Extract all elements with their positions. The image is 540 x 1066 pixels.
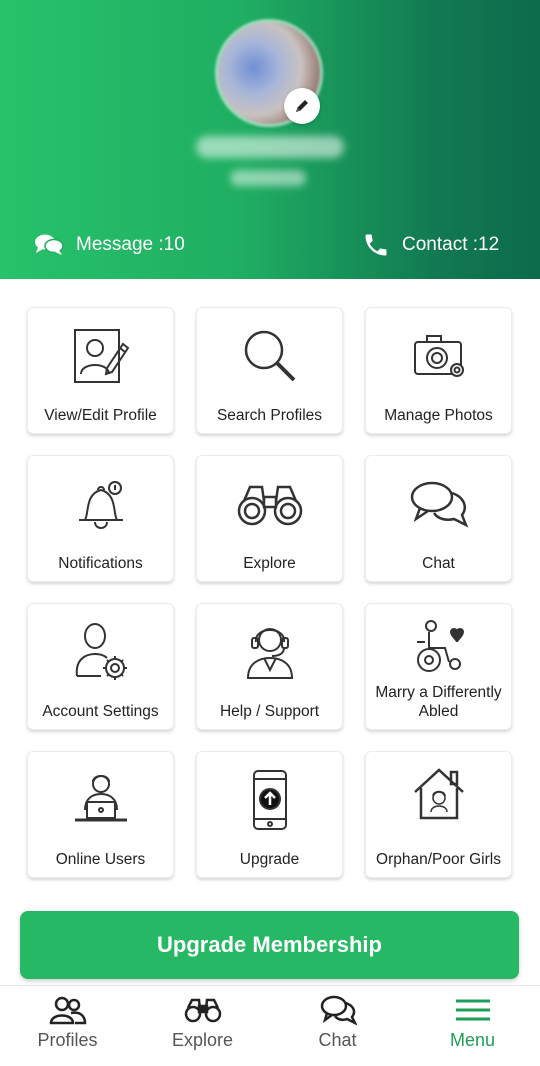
laptop-user-icon [74,775,127,822]
binoculars-icon [184,998,221,1023]
message-label: Message :10 [76,234,185,255]
phone-upgrade-icon [252,770,287,830]
nav-label: Explore [171,1030,234,1050]
tile-label: Explore [243,555,296,572]
nav-label: Menu [449,1030,496,1050]
tile-label: Account Settings [42,703,159,720]
nav-chat[interactable]: Chat [270,986,405,1066]
contact-count[interactable]: Contact :12 [362,230,499,260]
tile-label: View/Edit Profile [44,407,157,424]
tile-help-support[interactable]: Help / Support [196,603,343,730]
chat-bubbles-icon [320,995,357,1026]
tile-chat[interactable]: Chat [365,455,512,582]
bell-icon [78,481,123,529]
nav-label: Chat [318,1030,357,1050]
user-gear-icon [75,623,127,680]
tile-upgrade[interactable]: Upgrade [196,751,343,878]
edit-avatar-button[interactable] [284,88,320,124]
upgrade-membership-button[interactable]: Upgrade Membership [20,911,519,979]
nav-explore[interactable]: Explore [135,986,270,1066]
phone-icon [365,234,387,256]
message-count[interactable]: Message :10 [34,230,185,260]
tile-label: Search Profiles [216,407,323,424]
profile-header: Message :10 Contact :12 [0,0,540,279]
headset-agent-icon [246,628,293,679]
house-girl-icon [413,768,464,820]
tile-online-users[interactable]: Online Users [27,751,174,878]
camera-settings-icon [413,335,464,377]
profile-id-blurred [230,170,306,186]
tile-marry-differently-abled[interactable]: Marry a Differently Abled [365,603,512,730]
tile-view-edit-profile[interactable]: View/Edit Profile [27,307,174,434]
pencil-icon [296,100,308,112]
tile-label: Upgrade [239,851,300,868]
tile-account-settings[interactable]: Account Settings [27,603,174,730]
profile-name-blurred [196,136,344,158]
binoculars-icon [237,485,302,526]
tile-label: Manage Photos [384,407,493,424]
tile-label: Help / Support [219,703,320,720]
bottom-navigation: Profiles Explore Chat Menu [0,985,540,1066]
nav-label: Profiles [37,1030,98,1050]
users-icon [49,996,86,1025]
chat-bubbles-icon [410,481,468,528]
tile-label: Online Users [55,851,146,868]
edit-profile-icon [73,329,129,383]
tile-label: Chat [422,555,455,572]
nav-profiles[interactable]: Profiles [0,986,135,1066]
tile-label: Notifications [58,555,143,572]
tile-notifications[interactable]: Notifications [27,455,174,582]
wheelchair-heart-icon [416,620,464,672]
tile-explore[interactable]: Explore [196,455,343,582]
tile-manage-photos[interactable]: Manage Photos [365,307,512,434]
chat-bubbles-icon [35,234,64,255]
tile-search-profiles[interactable]: Search Profiles [196,307,343,434]
tile-label: Marry a Differently Abled [375,684,502,720]
menu-icon [455,999,490,1021]
tile-orphan-poor-girls[interactable]: Orphan/Poor Girls [365,751,512,878]
tile-label: Orphan/Poor Girls [376,851,501,868]
contact-label: Contact :12 [402,234,500,255]
nav-menu[interactable]: Menu [405,986,540,1066]
search-icon [244,330,295,382]
